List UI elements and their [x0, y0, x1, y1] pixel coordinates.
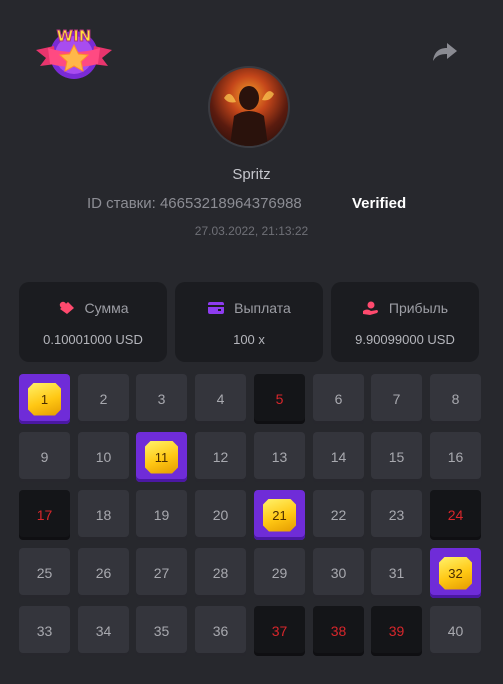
stat-payout: Выплата 100 x [175, 282, 323, 362]
grid-cell-37[interactable]: 37 [254, 606, 305, 656]
stat-profit: Прибыль 9.90099000 USD [331, 282, 479, 362]
svg-text:WIN: WIN [57, 27, 92, 45]
grid-cell-16[interactable]: 16 [430, 432, 481, 482]
player-name: Spritz [232, 166, 271, 183]
grid-cell-13[interactable]: 13 [254, 432, 305, 482]
grid-cell-35[interactable]: 35 [136, 606, 187, 656]
share-icon[interactable] [431, 40, 459, 64]
gem-icon: 32 [439, 556, 472, 590]
grid-cell-34[interactable]: 34 [78, 606, 129, 656]
stat-payout-label: Выплата [234, 300, 291, 316]
grid-cell-20[interactable]: 20 [195, 490, 246, 540]
stat-amount-value: 0.10001000 USD [43, 332, 143, 347]
grid-cell-22[interactable]: 22 [313, 490, 364, 540]
grid-cell-21[interactable]: 21 [254, 490, 305, 540]
grid-cell-9[interactable]: 9 [19, 432, 70, 482]
stat-amount: Сумма 0.10001000 USD [19, 282, 167, 362]
stat-amount-label: Сумма [84, 300, 129, 316]
grid-cell-38[interactable]: 38 [313, 606, 364, 656]
grid-cell-10[interactable]: 10 [78, 432, 129, 482]
grid-cell-18[interactable]: 18 [78, 490, 129, 540]
stat-profit-value: 9.90099000 USD [355, 332, 455, 347]
grid-cell-40[interactable]: 40 [430, 606, 481, 656]
grid-cell-29[interactable]: 29 [254, 548, 305, 598]
bet-id: ID ставки: 46653218964376988 [87, 195, 302, 212]
grid-cell-15[interactable]: 15 [371, 432, 422, 482]
grid-cell-6[interactable]: 6 [313, 374, 364, 424]
grid-cell-8[interactable]: 8 [430, 374, 481, 424]
grid-cell-24[interactable]: 24 [430, 490, 481, 540]
grid-cell-19[interactable]: 19 [136, 490, 187, 540]
wallet-icon [207, 300, 225, 316]
grid-cell-30[interactable]: 30 [313, 548, 364, 598]
verified-link[interactable]: Verified [352, 195, 406, 212]
win-logo: WIN [34, 20, 114, 82]
grid-cell-3[interactable]: 3 [136, 374, 187, 424]
stat-payout-value: 100 x [233, 332, 265, 347]
bet-date: 27.03.2022, 21:13:22 [194, 224, 309, 238]
coins-icon [58, 300, 76, 316]
grid-cell-4[interactable]: 4 [195, 374, 246, 424]
grid-cell-28[interactable]: 28 [195, 548, 246, 598]
grid-cell-26[interactable]: 26 [78, 548, 129, 598]
grid-cell-12[interactable]: 12 [195, 432, 246, 482]
grid-cell-39[interactable]: 39 [371, 606, 422, 656]
grid-cell-32[interactable]: 32 [430, 548, 481, 598]
grid-cell-7[interactable]: 7 [371, 374, 422, 424]
grid-cell-36[interactable]: 36 [195, 606, 246, 656]
grid-cell-31[interactable]: 31 [371, 548, 422, 598]
gem-icon: 11 [145, 440, 178, 474]
stat-profit-label: Прибыль [388, 300, 449, 316]
gem-icon: 21 [263, 498, 296, 532]
grid-cell-17[interactable]: 17 [19, 490, 70, 540]
grid-cell-33[interactable]: 33 [19, 606, 70, 656]
grid-cell-23[interactable]: 23 [371, 490, 422, 540]
profit-hand-icon [362, 300, 380, 316]
grid-cell-2[interactable]: 2 [78, 374, 129, 424]
grid-cell-27[interactable]: 27 [136, 548, 187, 598]
gem-icon: 1 [28, 382, 61, 416]
grid-cell-25[interactable]: 25 [19, 548, 70, 598]
avatar [208, 66, 290, 148]
grid-cell-5[interactable]: 5 [254, 374, 305, 424]
grid-cell-11[interactable]: 11 [136, 432, 187, 482]
grid-cell-14[interactable]: 14 [313, 432, 364, 482]
grid-cell-1[interactable]: 1 [19, 374, 70, 424]
